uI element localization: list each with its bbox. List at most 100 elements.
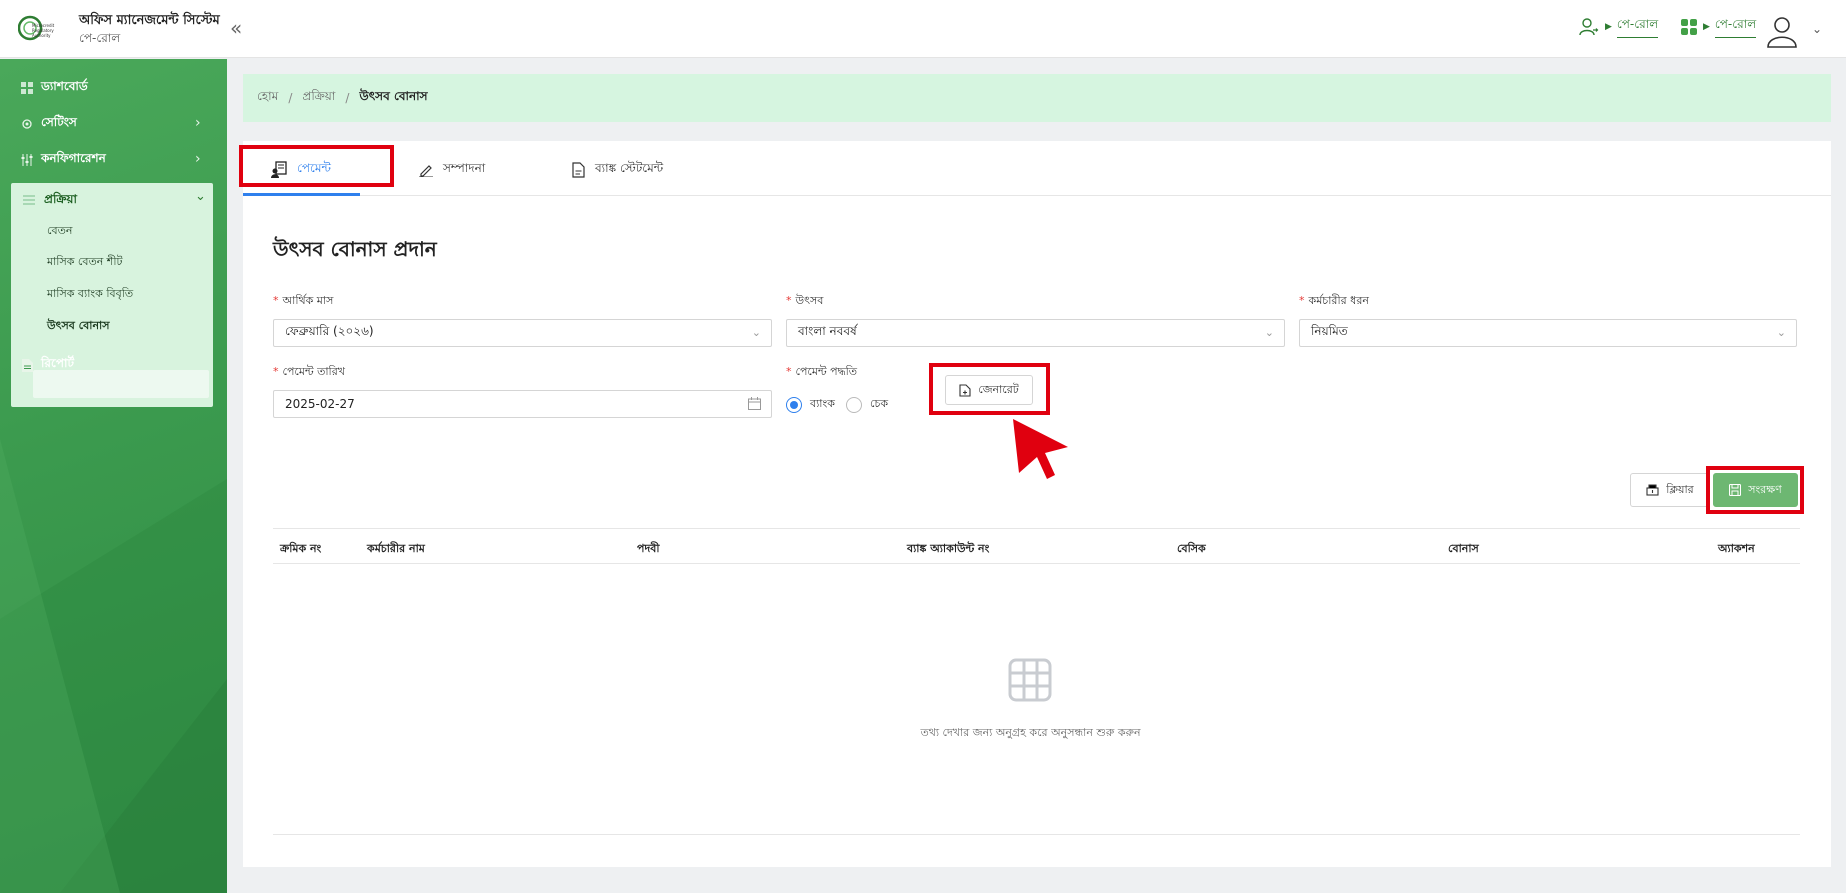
calendar-icon[interactable] <box>748 397 761 410</box>
sidebar-sub-item-salary[interactable]: বেতন <box>47 222 72 241</box>
logo-icon: Microcredit Regulatory Authority <box>18 15 55 41</box>
breadcrumb-separator: / <box>288 91 293 105</box>
employee-type-select[interactable]: নিয়মিত ⌄ <box>1299 319 1797 347</box>
apps-grid-icon <box>1681 19 1697 35</box>
header-payroll-link-2[interactable]: ▶ পে-রোল <box>1680 15 1757 39</box>
table-header: ক্রমিক নং কর্মচারীর নাম পদবী ব্যাঙ্ক অ্য… <box>273 528 1800 564</box>
employee-type-label: * কর্মচারীর ধরন <box>1299 294 1369 307</box>
sidebar-label-process: প্রক্রিয়া <box>44 192 77 206</box>
clear-button[interactable]: ক্লিয়ার <box>1630 473 1710 507</box>
dashboard-icon <box>20 81 34 95</box>
sidebar-item-configuration[interactable]: কনফিগারেশন <box>20 150 106 170</box>
highlight-box-save <box>1706 466 1804 514</box>
table-bottom-divider <box>273 834 1800 835</box>
payment-date-label: * পেমেন্ট তারিখ <box>273 365 345 378</box>
chevron-right-icon: › <box>195 115 201 131</box>
radio-bank-circle[interactable] <box>786 396 802 413</box>
employee-type-value: নিয়মিত <box>1311 324 1348 338</box>
sidebar-sub-item-monthly-bank-statement[interactable]: মাসিক ব্যাংক বিবৃতি <box>47 285 133 304</box>
payment-method-label-text: পেমেন্ট পদ্ধতি <box>795 365 858 378</box>
chevron-right-icon: › <box>195 151 201 167</box>
document-icon <box>20 358 34 372</box>
sidebar-label-settings: সেটিংস <box>41 115 77 129</box>
tab-bar: পেমেন্ট সম্পাদনা ব্যাঙ্ক স্টেটমেন্ট <box>243 141 1831 196</box>
page-title: উৎসব বোনাস প্রদান <box>273 237 437 261</box>
empty-state-text: তথ্য দেখার জন্য অনুগ্রহ করে অনুসন্ধান শু… <box>920 726 1141 739</box>
festival-label: * উৎসব <box>786 294 824 307</box>
tab-bank-statement-label: ব্যাঙ্ক স্টেটমেন্ট <box>595 161 664 175</box>
double-chevron-left-icon[interactable]: « <box>230 16 242 40</box>
tab-bank-statement[interactable]: ব্যাঙ্ক স্টেটমেন্ট <box>572 149 663 191</box>
sidebar-sub-item-festival-bonus[interactable]: উৎসব বোনাস <box>47 317 109 336</box>
festival-value: বাংলা নববর্ষ <box>798 324 857 338</box>
column-bonus: বোনাস <box>1448 542 1479 555</box>
user-switch-icon <box>1579 18 1599 36</box>
tab-edit[interactable]: সম্পাদনা <box>419 149 485 191</box>
highlight-box-generate <box>929 363 1050 415</box>
list-icon <box>23 194 37 208</box>
chevron-down-icon: ⌄ <box>751 326 761 339</box>
employee-type-label-text: কর্মচারীর ধরন <box>1308 294 1369 307</box>
sidebar-label-report: রিপোর্ট <box>41 356 75 370</box>
breadcrumb-separator: / <box>345 91 350 105</box>
fiscal-month-label: * আর্থিক মাস <box>273 294 334 307</box>
festival-label-text: উৎসব <box>795 294 824 307</box>
active-tab-indicator <box>243 193 360 196</box>
highlight-box-payment-tab <box>239 145 394 187</box>
column-basic: বেসিক <box>1177 542 1206 555</box>
column-action: অ্যাকশন <box>1718 542 1755 555</box>
cursor-arrow-icon <box>1013 419 1068 479</box>
sidebar: ড্যাশবোর্ড সেটিংস › কনফিগারেশন › প্রক্রি… <box>0 59 227 893</box>
radio-cheque-circle[interactable] <box>846 396 862 413</box>
gear-icon <box>20 117 34 131</box>
payment-date-input[interactable]: 2025-02-27 <box>273 390 772 418</box>
sidebar-item-report[interactable]: রিপোর্ট <box>20 355 74 375</box>
column-serial: ক্রমিক নং <box>280 542 322 555</box>
chevron-down-icon[interactable]: ⌄ <box>1812 22 1822 36</box>
app-title: অফিস ম্যানেজমেন্ট সিস্টেম <box>79 13 220 28</box>
clear-button-label: ক্লিয়ার <box>1666 482 1694 496</box>
column-employee-name: কর্মচারীর নাম <box>367 542 425 555</box>
payment-date-value: 2025-02-27 <box>285 397 355 411</box>
sidebar-item-settings[interactable]: সেটিংস <box>20 114 77 134</box>
fiscal-month-value: ফেব্রুয়ারি (২০২৬) <box>285 324 374 338</box>
table-empty-icon <box>1008 658 1052 702</box>
logo-text-3: Authority <box>32 33 51 38</box>
header-link-1-label: পে-রোল <box>1616 16 1659 38</box>
tab-edit-label: সম্পাদনা <box>443 161 486 175</box>
column-bank-account: ব্যাঙ্ক অ্যাকাউন্ট নং <box>907 542 990 555</box>
sidebar-sub-item-monthly-salary-sheet[interactable]: মাসিক বেতন শীট <box>47 253 122 272</box>
main-content: হোম / প্রক্রিয়া / উৎসব বোনাস পেমেন্ট সম… <box>227 59 1846 893</box>
eraser-icon <box>1646 484 1659 496</box>
caret-right-icon: ▶ <box>1703 22 1710 32</box>
chevron-down-icon: ⌄ <box>1776 326 1786 339</box>
bonus-card: পেমেন্ট সম্পাদনা ব্যাঙ্ক স্টেটমেন্ট উৎসব… <box>239 141 1831 867</box>
radio-cheque[interactable]: চেক <box>846 395 888 414</box>
breadcrumb-current: উৎসব বোনাস <box>359 89 428 103</box>
payment-date-label-text: পেমেন্ট তারিখ <box>282 365 345 378</box>
sidebar-item-process[interactable]: প্রক্রিয়া <box>23 191 77 211</box>
app-subtitle: পে-রোল <box>79 31 121 45</box>
sidebar-item-dashboard[interactable]: ড্যাশবোর্ড <box>20 78 88 98</box>
pencil-icon <box>419 165 433 177</box>
top-header: Microcredit Regulatory Authority অফিস ম্… <box>0 0 1846 58</box>
breadcrumb-home[interactable]: হোম <box>257 88 278 108</box>
user-avatar-icon[interactable] <box>1765 14 1799 48</box>
caret-right-icon: ▶ <box>1605 22 1612 32</box>
chevron-down-icon: ⌄ <box>1264 326 1274 339</box>
sliders-icon <box>20 153 34 167</box>
sidebar-label-dashboard: ড্যাশবোর্ড <box>41 79 88 93</box>
fiscal-month-select[interactable]: ফেব্রুয়ারি (২০২৬) ⌄ <box>273 319 772 347</box>
radio-bank-label: ব্যাংক <box>810 397 835 410</box>
header-payroll-link-1[interactable]: ▶ পে-রোল <box>1578 15 1659 39</box>
chevron-down-icon: ⌄ <box>195 189 206 204</box>
radio-cheque-label: চেক <box>870 397 889 410</box>
fiscal-month-label-text: আর্থিক মাস <box>282 294 334 307</box>
column-designation: পদবী <box>637 542 660 555</box>
radio-bank[interactable]: ব্যাংক <box>786 395 835 414</box>
festival-select[interactable]: বাংলা নববর্ষ ⌄ <box>786 319 1285 347</box>
header-link-2-label: পে-রোল <box>1714 16 1757 38</box>
sidebar-label-configuration: কনফিগারেশন <box>41 151 106 165</box>
breadcrumb-process[interactable]: প্রক্রিয়া <box>302 88 335 108</box>
breadcrumb: হোম / প্রক্রিয়া / উৎসব বোনাস <box>243 74 1831 122</box>
